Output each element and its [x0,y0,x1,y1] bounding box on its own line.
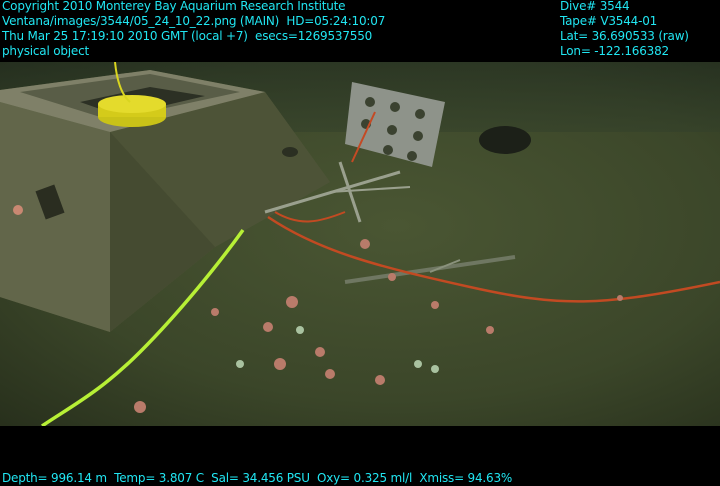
overlay-dive-number: Dive# 3544 [560,0,630,13]
overlay-timestamp: Thu Mar 25 17:19:10 2010 GMT (local +7) … [2,29,373,43]
overlay-image-path: Ventana/images/3544/05_24_10_22.png (MAI… [2,14,386,28]
overlay-longitude: Lon= -122.166382 [560,44,669,58]
overlay-sensor-readout: Depth= 996.14 m Temp= 3.807 C Sal= 34.45… [2,471,513,485]
overlay-tape-number: Tape# V3544-01 [560,14,658,28]
video-frame: Copyright 2010 Monterey Bay Aquarium Res… [0,0,720,486]
seafloor-scene [0,62,720,426]
overlay-latitude: Lat= 36.690533 (raw) [560,29,689,43]
overlay-copyright: Copyright 2010 Monterey Bay Aquarium Res… [2,0,346,13]
overlay-annotation: physical object [2,44,89,58]
dark-debris [479,126,531,154]
